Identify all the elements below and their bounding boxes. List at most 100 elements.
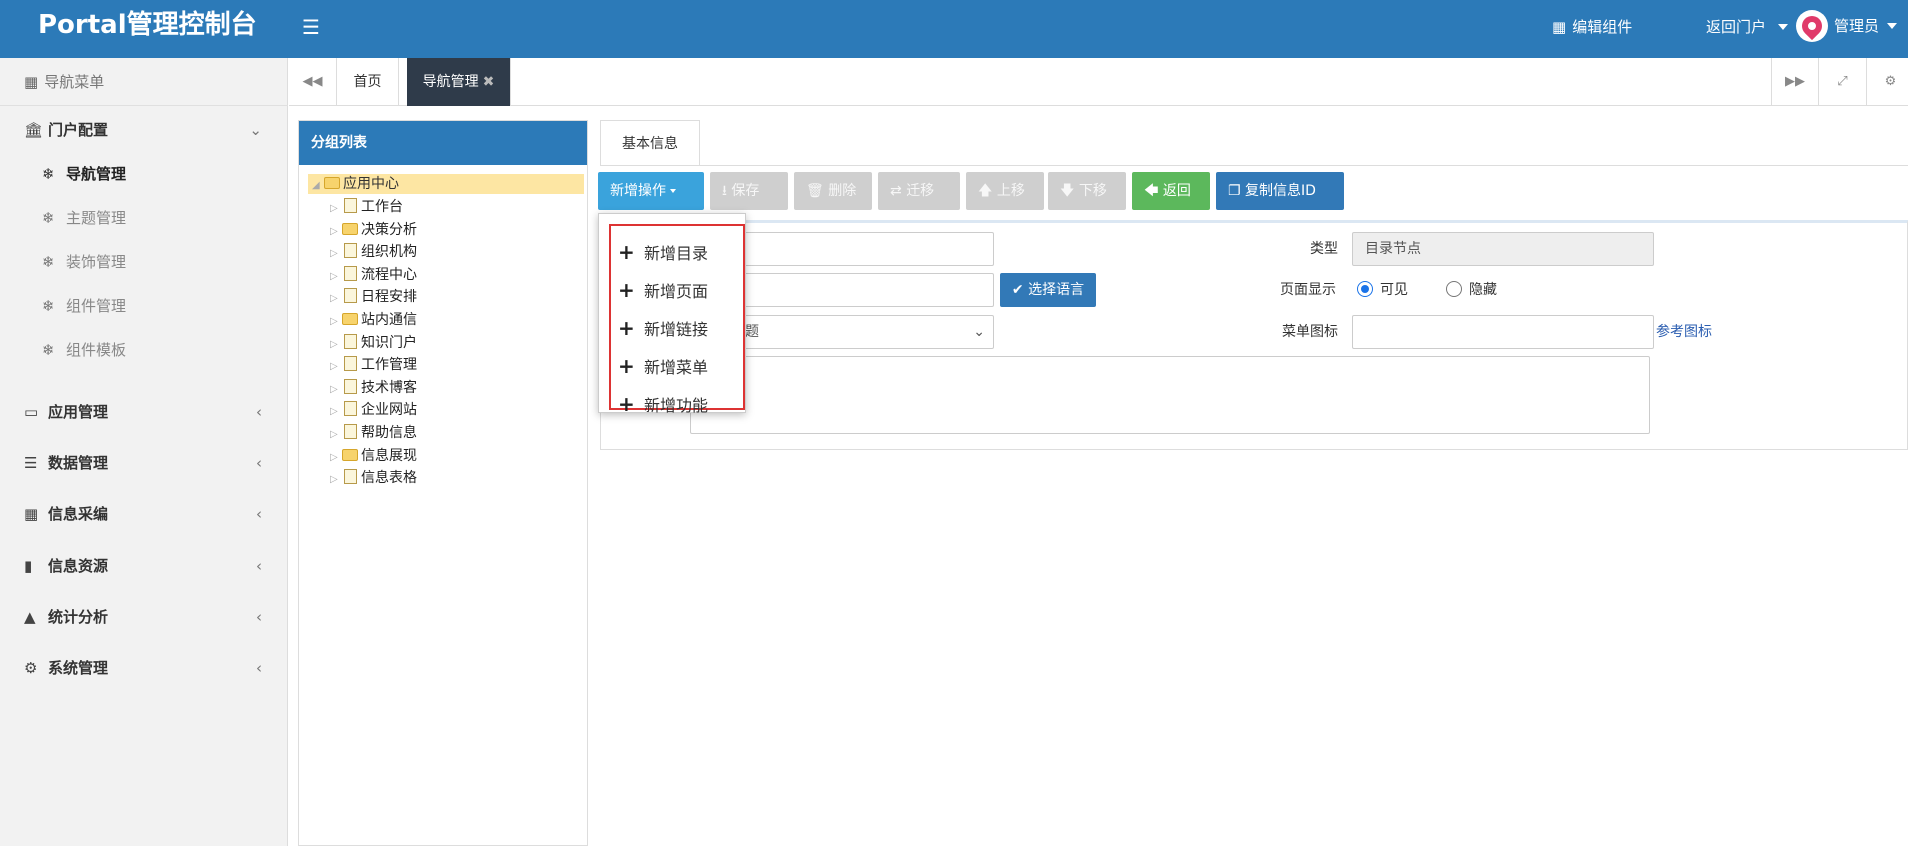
collapsed-triangle-icon[interactable]: ▷	[330, 266, 342, 288]
tree-node[interactable]: ▷ 决策分析	[330, 219, 417, 241]
hidden-radio[interactable]	[1446, 281, 1462, 297]
sidebar-subitem-label: 主题管理	[66, 209, 127, 227]
expanded-triangle-icon[interactable]: ◢	[312, 176, 324, 196]
collapsed-triangle-icon[interactable]: ▷	[330, 221, 342, 243]
tree-title: 分组列表	[299, 121, 587, 165]
tree-node-label: 帮助信息	[361, 425, 417, 441]
collapsed-triangle-icon[interactable]: ▷	[330, 356, 342, 378]
sidebar-item-app[interactable]: ▭ 应用管理 ‹	[0, 392, 288, 432]
tree-node[interactable]: ▷ 技术博客	[330, 377, 417, 399]
tab-next-icon[interactable]: ▶▶	[1771, 58, 1819, 106]
collapsed-triangle-icon[interactable]: ▷	[330, 401, 342, 423]
save-label: 保存	[731, 183, 760, 199]
chevron-down-icon	[1887, 23, 1898, 29]
chevron-left-icon: ‹	[256, 454, 262, 472]
menu-item-new-page[interactable]: + 新增页面	[618, 275, 708, 305]
collapsed-triangle-icon[interactable]: ▷	[330, 288, 342, 310]
new-operation-button[interactable]: 新增操作	[598, 172, 704, 210]
delete-label: 删除	[828, 183, 857, 199]
sidebar-item-label: 信息资源	[48, 557, 109, 575]
sidebar-item-portal-config[interactable]: 🏛 门户配置 ⌄	[0, 110, 288, 150]
reference-icon-link[interactable]: 参考图标	[1656, 315, 1712, 349]
tab-basic-info[interactable]: 基本信息	[600, 120, 700, 166]
menu-item-new-link[interactable]: + 新增链接	[618, 313, 708, 343]
move-up-button[interactable]: 🡅 上移	[966, 172, 1044, 210]
delete-button[interactable]: 🗑 删除	[794, 172, 872, 210]
hamburger-icon[interactable]: ☰	[302, 14, 320, 40]
back-button[interactable]: 🡄 返回	[1132, 172, 1210, 210]
check-icon: ✔	[1011, 282, 1029, 298]
sidebar-item-resource[interactable]: ▮ 信息资源 ‹	[0, 546, 288, 586]
collapsed-triangle-icon[interactable]: ▷	[330, 243, 342, 265]
visible-radio-label: 可见	[1380, 282, 1408, 298]
tree-node[interactable]: ▷ 日程安排	[330, 286, 417, 308]
sidebar-subitem-decor[interactable]: ❄ 装饰管理	[0, 242, 288, 282]
menu-icon-label: 菜单图标	[1282, 324, 1338, 340]
sidebar-item-label: 信息采编	[48, 505, 109, 523]
tree-node[interactable]: ▷ 信息展现	[330, 445, 417, 467]
tree-node[interactable]: ▷ 工作管理	[330, 354, 417, 376]
sidebar-item-system[interactable]: ⚙ 系统管理 ‹	[0, 648, 288, 688]
migrate-button[interactable]: ⇄ 迁移	[878, 172, 960, 210]
back-portal-link[interactable]: 返回门户	[1706, 16, 1789, 38]
tree-node[interactable]: ▷ 工作台	[330, 196, 403, 218]
sidebar-subitem-theme[interactable]: ❄ 主题管理	[0, 198, 288, 238]
collapsed-triangle-icon[interactable]: ▷	[330, 311, 342, 333]
tree-node-label: 信息表格	[361, 470, 417, 486]
tree-node-label: 日程安排	[361, 289, 417, 305]
sidebar-item-collect[interactable]: ▦ 信息采编 ‹	[0, 494, 288, 534]
tree-node[interactable]: ▷ 帮助信息	[330, 422, 417, 444]
tree-node[interactable]: ▷ 信息表格	[330, 467, 417, 489]
collapsed-triangle-icon[interactable]: ▷	[330, 379, 342, 401]
menu-item-new-function[interactable]: + 新增功能	[618, 389, 708, 419]
plus-icon: +	[618, 354, 635, 378]
collapsed-triangle-icon[interactable]: ▷	[330, 447, 342, 469]
menu-icon-input[interactable]	[1352, 315, 1654, 349]
tree-root-node[interactable]: ◢ 应用中心	[308, 174, 584, 194]
tree-node-label: 企业网站	[361, 402, 417, 418]
tree-node[interactable]: ▷ 企业网站	[330, 399, 417, 421]
page-icon	[344, 469, 357, 484]
chevron-left-icon: ‹	[256, 403, 262, 421]
visible-radio[interactable]	[1357, 281, 1373, 297]
tab-nav-manage[interactable]: 导航管理 ✖	[407, 58, 511, 106]
back-label: 返回	[1162, 183, 1191, 199]
menu-item-new-directory[interactable]: + 新增目录	[618, 237, 708, 267]
select-language-label: 选择语言	[1028, 282, 1085, 298]
collapsed-triangle-icon[interactable]: ▷	[330, 198, 342, 220]
tab-bar: ◀◀ 首页 导航管理 ✖ ▶▶ ⤢ ⚙	[289, 58, 1908, 106]
sidebar-item-stats[interactable]: ▲ 统计分析 ‹	[0, 597, 288, 637]
gear-icon[interactable]: ⚙	[1867, 58, 1908, 106]
collapsed-triangle-icon[interactable]: ▷	[330, 469, 342, 491]
close-icon[interactable]: ✖	[483, 74, 495, 90]
save-button[interactable]: ⭳ 保存	[710, 172, 788, 210]
select-language-button[interactable]: ✔ 选择语言	[1000, 273, 1096, 307]
tree-node[interactable]: ▷ 站内通信	[330, 309, 417, 331]
type-label: 类型	[1310, 241, 1338, 257]
tree-node[interactable]: ▷ 流程中心	[330, 264, 417, 286]
sidebar-subitem-widget[interactable]: ❄ 组件管理	[0, 286, 288, 326]
sidebar-subitem-template[interactable]: ❄ 组件模板	[0, 330, 288, 370]
leaf-icon: ❄	[42, 297, 55, 315]
move-down-button[interactable]: 🡇 下移	[1048, 172, 1126, 210]
arrow-up-icon: 🡅	[978, 183, 997, 199]
type-field: 目录节点	[1352, 232, 1654, 266]
tab-prev-icon[interactable]: ◀◀	[289, 58, 337, 106]
sidebar: ▦ 导航菜单 🏛 门户配置 ⌄ ❄ 导航管理 ❄ 主题管理 ❄ 装饰管理 ❄ 组件管理 ❄ 组…	[0, 58, 288, 846]
user-menu[interactable]: 管理员	[1796, 10, 1898, 42]
sidebar-subitem-nav[interactable]: ❄ 导航管理	[0, 154, 288, 194]
sidebar-item-data[interactable]: ☰ 数据管理 ‹	[0, 443, 288, 483]
copy-id-button[interactable]: ❐ 复制信息ID	[1216, 172, 1344, 210]
page-icon	[344, 243, 357, 258]
tree-node[interactable]: ▷ 知识门户	[330, 332, 417, 354]
page-icon	[344, 379, 357, 394]
edit-widget-label: 编辑组件	[1572, 18, 1633, 36]
description-textarea[interactable]	[690, 356, 1650, 434]
collapsed-triangle-icon[interactable]: ▷	[330, 334, 342, 356]
collapsed-triangle-icon[interactable]: ▷	[330, 424, 342, 446]
tree-node[interactable]: ▷ 组织机构	[330, 241, 417, 263]
edit-widget-link[interactable]: ▦ 编辑组件	[1552, 16, 1632, 38]
tab-home[interactable]: 首页	[337, 58, 399, 106]
menu-item-new-menu[interactable]: + 新增菜单	[618, 351, 708, 381]
fullscreen-icon[interactable]: ⤢	[1819, 58, 1867, 106]
